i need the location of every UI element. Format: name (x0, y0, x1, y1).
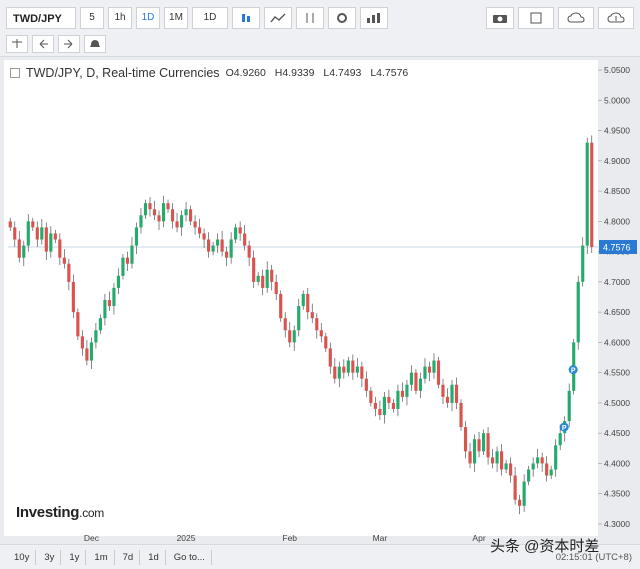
chart-type-icon[interactable] (360, 7, 388, 29)
indicator-icon[interactable] (264, 7, 292, 29)
y-tick-label: 4.5000 (604, 398, 630, 408)
chart-title: TWD/JPY, D, Real-time Currencies (26, 66, 220, 80)
close-value: 4.7576 (376, 67, 409, 79)
y-tick-label: 4.8000 (604, 216, 630, 226)
last-price-label: 4.7576 (603, 243, 631, 253)
open-value: 4.9260 (233, 67, 266, 79)
chart-legend: TWD/JPY, D, Real-time Currencies O4.9260… (10, 66, 414, 80)
y-tick-label: 4.9000 (604, 156, 630, 166)
range-1d-button[interactable]: 1d (142, 549, 166, 565)
settings-icon[interactable] (328, 7, 356, 29)
cloud-download-icon[interactable] (558, 7, 594, 29)
scale-icon[interactable] (6, 35, 28, 53)
interval-5-button[interactable]: 5 (80, 7, 104, 29)
chart-panel[interactable]: TWD/JPY, D, Real-time Currencies O4.9260… (4, 60, 598, 536)
y-tick-label: 4.6000 (604, 337, 630, 347)
last-price-tag (599, 240, 637, 255)
y-tick-label: 4.3000 (604, 519, 630, 529)
camera-icon[interactable] (486, 7, 514, 29)
range-1m-button[interactable]: 1m (88, 549, 115, 565)
y-tick-label: 4.4500 (604, 428, 630, 438)
investing-logo: Investing.com (16, 504, 104, 521)
y-tick-label: 4.7500 (604, 247, 630, 257)
candles-icon[interactable] (232, 7, 260, 29)
chart-toolbar: TWD/JPY 5 1h 1D 1M 1D (0, 0, 640, 57)
interval-1h-button[interactable]: 1h (108, 7, 132, 29)
redo-icon[interactable] (58, 35, 80, 53)
y-tick-label: 5.0500 (604, 65, 630, 75)
symbol-input[interactable]: TWD/JPY (6, 7, 76, 29)
menu-icon[interactable] (10, 68, 20, 78)
low-value: 4.7493 (329, 67, 362, 79)
ohlc-values: O4.9260 H4.9339 L4.7493 L4.7576 (225, 67, 409, 79)
y-tick-label: 4.4000 (604, 458, 630, 468)
y-tick-label: 4.7000 (604, 277, 630, 287)
range-7d-button[interactable]: 7d (117, 549, 141, 565)
undo-icon[interactable] (32, 35, 54, 53)
cloud-upload-icon[interactable] (598, 7, 634, 29)
high-value: 4.9339 (282, 67, 315, 79)
fullscreen-icon[interactable] (518, 7, 554, 29)
y-tick-label: 4.3500 (604, 489, 630, 499)
range-10y-button[interactable]: 10y (8, 549, 37, 565)
range-1y-button[interactable]: 1y (63, 549, 87, 565)
y-tick-label: 4.6500 (604, 307, 630, 317)
interval-1m-button[interactable]: 1M (164, 7, 188, 29)
y-tick-label: 4.9500 (604, 126, 630, 136)
goto-button[interactable]: Go to... (168, 549, 212, 565)
compare-icon[interactable] (296, 7, 324, 29)
y-tick-label: 4.5500 (604, 368, 630, 378)
range-3y-button[interactable]: 3y (38, 549, 62, 565)
y-tick-label: 4.8500 (604, 186, 630, 196)
y-tick-label: 5.0000 (604, 95, 630, 105)
watermark: 头条 @资本时差 (490, 538, 600, 555)
interval-1d-button[interactable]: 1D (136, 7, 160, 29)
alert-icon[interactable] (84, 35, 106, 53)
interval-dropdown[interactable]: 1D (192, 7, 228, 29)
